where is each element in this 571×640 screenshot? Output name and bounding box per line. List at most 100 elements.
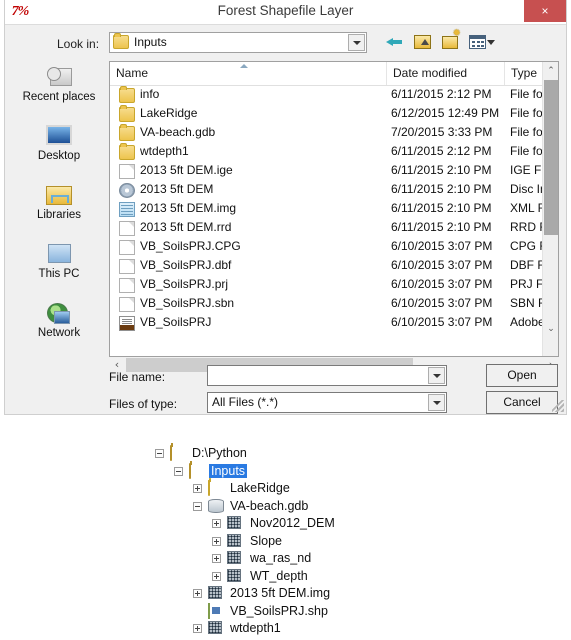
place-item-recent-places[interactable]: Recent places xyxy=(13,64,105,120)
column-label: Name xyxy=(116,66,149,80)
shapefile-icon xyxy=(208,602,210,619)
files-of-type-combobox[interactable]: All Files (*.*) xyxy=(207,392,447,413)
collapse-icon[interactable] xyxy=(193,501,202,511)
folder-icon xyxy=(119,105,135,122)
file-name: VA-beach.gdb xyxy=(140,125,216,139)
files-of-type-label: Files of type: xyxy=(109,397,178,411)
place-item-this-pc[interactable]: This PC xyxy=(13,241,105,297)
image-file-icon xyxy=(119,202,135,217)
tree-node[interactable]: Nov2012_DEM xyxy=(0,515,571,533)
file-name: VB_SoilsPRJ.prj xyxy=(140,277,229,291)
libraries-icon xyxy=(44,182,74,208)
expand-icon[interactable] xyxy=(193,589,202,598)
tree-node[interactable]: WT_depth xyxy=(0,568,571,586)
close-button[interactable]: × xyxy=(524,0,566,22)
look-in-value: Inputs xyxy=(134,35,167,49)
tree-node[interactable]: LakeRidge xyxy=(0,480,571,498)
file-type: File fol xyxy=(510,125,545,139)
resize-grip[interactable] xyxy=(552,400,564,412)
expand-icon[interactable] xyxy=(212,554,221,563)
table-row[interactable]: 2013 5ft DEM.rrd 6/11/2015 2:10 PM RRD F… xyxy=(110,219,558,238)
tree-node[interactable]: wa_ras_nd xyxy=(0,550,571,568)
tree-node-label[interactable]: VA-beach.gdb xyxy=(230,499,308,513)
table-row[interactable]: VB_SoilsPRJ 6/10/2015 3:07 PM Adobe xyxy=(110,314,558,333)
tree-node-label[interactable]: Nov2012_DEM xyxy=(250,516,335,530)
table-row[interactable]: VA-beach.gdb 7/20/2015 3:33 PM File fol xyxy=(110,124,558,143)
file-list-vertical-scrollbar[interactable]: ⌃ ⌄ xyxy=(542,62,558,356)
tree-node[interactable]: Slope xyxy=(0,533,571,551)
file-date: 6/11/2015 2:10 PM xyxy=(391,201,492,215)
table-row[interactable]: 2013 5ft DEM.img 6/11/2015 2:10 PM XML F… xyxy=(110,200,558,219)
dialog-toolbar xyxy=(383,28,498,53)
chevron-down-icon[interactable] xyxy=(428,394,445,411)
tree-node-label[interactable]: 2013 5ft DEM.img xyxy=(230,586,330,600)
back-button[interactable] xyxy=(383,31,407,53)
recent-places-icon xyxy=(44,64,74,90)
open-button[interactable]: Open xyxy=(486,364,558,387)
chevron-down-icon[interactable] xyxy=(428,367,445,384)
tree-node[interactable]: VA-beach.gdb xyxy=(0,498,571,516)
places-bar: Recent places Desktop Libraries This PC … xyxy=(13,61,105,371)
table-row[interactable]: VB_SoilsPRJ.CPG 6/10/2015 3:07 PM CPG Fi xyxy=(110,238,558,257)
file-type: File fol xyxy=(510,87,545,101)
tree-node-label[interactable]: WT_depth xyxy=(250,569,308,583)
disc-image-icon xyxy=(119,183,135,198)
table-row[interactable]: VB_SoilsPRJ.sbn 6/10/2015 3:07 PM SBN Fi xyxy=(110,295,558,314)
document-icon xyxy=(119,221,135,236)
table-row[interactable]: 2013 5ft DEM.ige 6/11/2015 2:10 PM IGE F… xyxy=(110,162,558,181)
tree-node-label[interactable]: Slope xyxy=(250,534,282,548)
views-icon xyxy=(469,35,487,49)
create-new-folder-button[interactable] xyxy=(440,28,464,53)
table-row[interactable]: info 6/11/2015 2:12 PM File fol xyxy=(110,86,558,105)
table-row[interactable]: wtdepth1 6/11/2015 2:12 PM File fol xyxy=(110,143,558,162)
tree-node-label[interactable]: D:\Python xyxy=(192,446,247,460)
column-header-date-modified[interactable]: Date modified xyxy=(387,62,505,85)
place-item-network[interactable]: Network xyxy=(13,300,105,356)
file-name-input[interactable] xyxy=(207,365,447,386)
expand-icon[interactable] xyxy=(212,536,221,546)
expand-icon[interactable] xyxy=(193,624,202,633)
tree-node-label[interactable]: VB_SoilsPRJ.shp xyxy=(230,604,328,618)
tree-node-label[interactable]: wa_ras_nd xyxy=(250,551,311,565)
table-row[interactable]: LakeRidge 6/12/2015 12:49 PM File fol xyxy=(110,105,558,124)
file-name: VB_SoilsPRJ xyxy=(140,315,212,329)
views-button[interactable] xyxy=(468,31,498,53)
file-type: XML Fi xyxy=(510,201,545,215)
tree-node-label[interactable]: wtdepth1 xyxy=(230,621,281,635)
file-name: VB_SoilsPRJ.dbf xyxy=(140,258,232,272)
scrollbar-thumb[interactable] xyxy=(544,80,558,235)
tree-node[interactable]: D:\Python xyxy=(0,445,571,463)
file-list[interactable]: Name Date modified Type info 6/11/2015 2… xyxy=(109,61,559,357)
up-one-level-button[interactable] xyxy=(411,31,435,53)
folder-icon xyxy=(119,86,135,103)
tree-node-label-selected[interactable]: Inputs xyxy=(209,463,248,478)
file-date: 6/10/2015 3:07 PM xyxy=(391,277,493,291)
tree-node[interactable]: 2013 5ft DEM.img xyxy=(0,585,571,603)
tree-node[interactable]: Inputs xyxy=(0,462,571,481)
expand-icon[interactable] xyxy=(212,519,221,528)
collapse-icon[interactable] xyxy=(155,449,164,458)
scroll-up-icon[interactable]: ⌃ xyxy=(543,62,558,78)
tree-node[interactable]: wtdepth1 xyxy=(0,620,571,638)
file-date: 6/11/2015 2:10 PM xyxy=(391,220,492,234)
chevron-down-icon[interactable] xyxy=(348,34,365,51)
place-item-desktop[interactable]: Desktop xyxy=(13,123,105,179)
table-row[interactable]: 2013 5ft DEM 6/11/2015 2:10 PM Disc Im xyxy=(110,181,558,200)
table-row[interactable]: VB_SoilsPRJ.dbf 6/10/2015 3:07 PM DBF Fi… xyxy=(110,257,558,276)
table-row[interactable]: VB_SoilsPRJ.prj 6/10/2015 3:07 PM PRJ Fi… xyxy=(110,276,558,295)
scroll-down-icon[interactable]: ⌄ xyxy=(543,320,558,336)
tree-node[interactable]: VB_SoilsPRJ.shp xyxy=(0,602,571,621)
expand-icon[interactable] xyxy=(212,571,221,581)
file-type: File fol xyxy=(510,144,545,158)
place-item-libraries[interactable]: Libraries xyxy=(13,182,105,238)
file-type: RRD Fi xyxy=(510,220,545,234)
expand-icon[interactable] xyxy=(193,484,202,493)
place-label: This PC xyxy=(38,268,80,280)
document-icon xyxy=(119,259,135,274)
cancel-button[interactable]: Cancel xyxy=(486,391,558,414)
collapse-icon[interactable] xyxy=(174,466,183,476)
look-in-combobox[interactable]: Inputs xyxy=(109,32,367,53)
column-header-name[interactable]: Name xyxy=(110,62,387,85)
tree-node-label[interactable]: LakeRidge xyxy=(230,481,290,495)
file-type: IGE File xyxy=(510,163,545,177)
